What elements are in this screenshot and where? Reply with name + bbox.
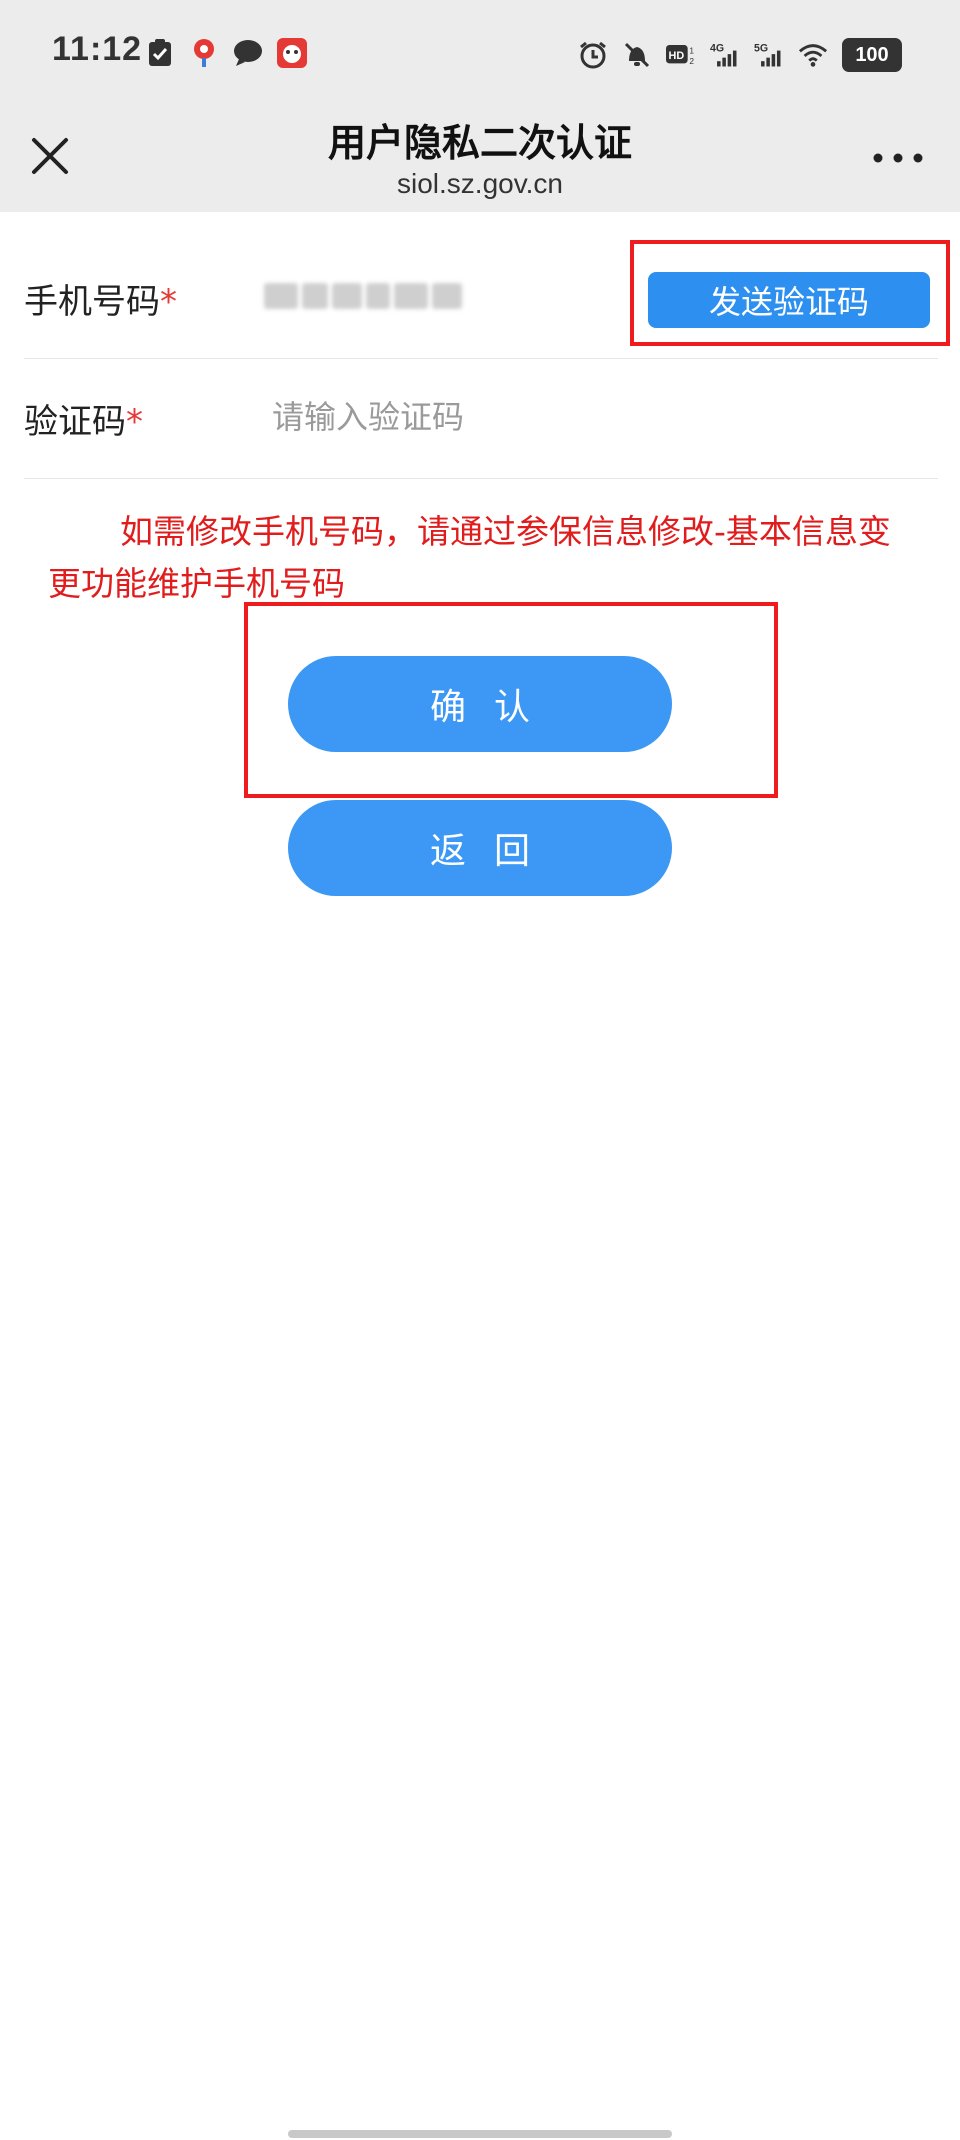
annotation-box-confirm <box>244 602 778 798</box>
clipboard-check-icon <box>145 38 175 68</box>
phone-label: 手机号码* <box>24 274 177 323</box>
page-title: 用户隐私二次认证 <box>327 121 632 165</box>
home-indicator[interactable] <box>288 2130 672 2138</box>
page-url: siol.sz.gov.cn <box>397 168 563 199</box>
notice-text: 如需修改手机号码，请通过参保信息修改-基本信息变更功能维护手机号码 <box>48 512 891 603</box>
status-right-icons: HD 1 2 4G 5G 100 <box>578 38 902 72</box>
phone-label-text: 手机号码 <box>24 282 160 322</box>
code-label: 验证码* <box>24 394 143 443</box>
blur-block <box>394 283 428 309</box>
status-bar: 11:12 HD 1 2 4G 5G 100 <box>0 0 960 112</box>
back-button[interactable]: 返回 <box>288 800 672 896</box>
more-dots-icon <box>873 153 923 163</box>
annotation-box-send-code <box>630 240 950 346</box>
blur-block <box>302 283 328 309</box>
chat-bubble-icon <box>233 38 263 68</box>
wifi-icon <box>798 40 828 70</box>
blur-block <box>366 283 390 309</box>
navigation-header: 用户隐私二次认证 siol.sz.gov.cn <box>0 112 960 212</box>
battery-icon: 100 <box>842 38 902 72</box>
location-pin-icon <box>189 38 219 68</box>
alarm-icon <box>578 40 608 70</box>
svg-text:HD: HD <box>669 50 685 62</box>
svg-text:1: 1 <box>689 45 694 55</box>
code-label-text: 验证码 <box>24 402 126 442</box>
red-app-icon <box>277 38 307 68</box>
signal-5g-icon: 5G <box>754 40 784 70</box>
blur-block <box>264 283 298 309</box>
hd-icon: HD 1 2 <box>666 40 696 70</box>
svg-text:4G: 4G <box>710 42 724 54</box>
blur-block <box>332 283 362 309</box>
svg-text:5G: 5G <box>754 42 768 54</box>
status-left-icons <box>145 38 307 68</box>
signal-4g-icon: 4G <box>710 40 740 70</box>
bell-muted-icon <box>622 40 652 70</box>
blur-block <box>432 283 462 309</box>
svg-text:2: 2 <box>689 56 694 66</box>
status-time: 11:12 <box>52 30 143 68</box>
required-mark: * <box>126 402 143 442</box>
masked-phone-number <box>264 276 464 316</box>
required-mark: * <box>160 282 177 322</box>
more-options-button[interactable] <box>872 148 924 168</box>
verification-code-row: 验证码* <box>24 358 938 479</box>
verification-code-input[interactable] <box>270 390 874 444</box>
